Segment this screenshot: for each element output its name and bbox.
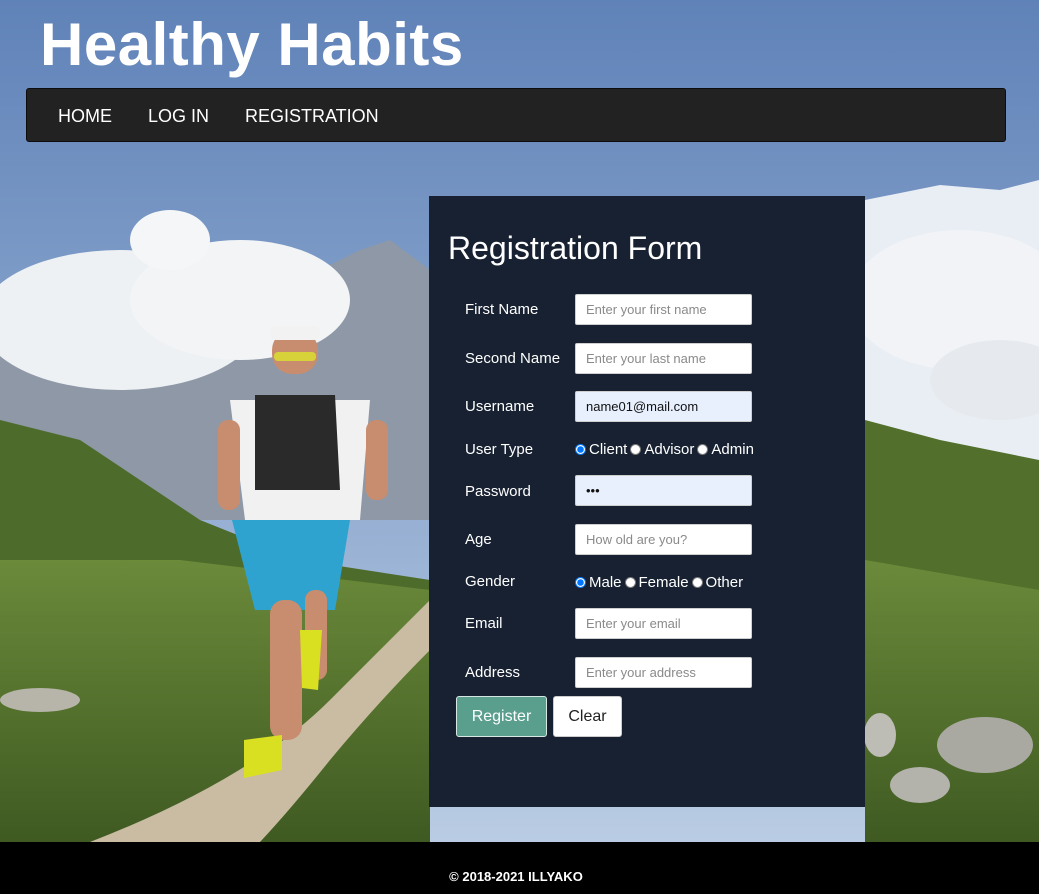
gender-female-radio[interactable] — [624, 577, 636, 588]
gender-female-option[interactable]: Female — [624, 574, 689, 591]
second-name-label: Second Name — [465, 350, 561, 367]
clear-button[interactable]: Clear — [553, 696, 622, 737]
user-type-client-radio[interactable] — [575, 444, 586, 455]
age-field[interactable] — [575, 524, 752, 555]
gender-radio-group: Male Female Other — [575, 574, 746, 591]
user-type-admin-radio[interactable] — [697, 444, 709, 455]
registration-form-panel: Registration Form First Name Second Name… — [429, 196, 865, 807]
user-type-radio-group: Client Advisor Admin — [575, 441, 757, 458]
user-type-advisor-radio[interactable] — [630, 444, 642, 455]
password-label: Password — [465, 483, 531, 500]
form-title: Registration Form — [448, 230, 703, 266]
user-type-label: User Type — [465, 441, 534, 458]
user-type-client-option[interactable]: Client — [575, 441, 627, 458]
username-label: Username — [465, 398, 535, 415]
age-label: Age — [465, 531, 492, 548]
navbar: HOME LOG IN REGISTRATION — [26, 88, 1006, 142]
user-type-admin-option[interactable]: Admin — [697, 441, 754, 458]
nav-home[interactable]: HOME — [58, 106, 112, 127]
nav-registration[interactable]: REGISTRATION — [245, 106, 379, 127]
second-name-field[interactable] — [575, 343, 752, 374]
username-field[interactable] — [575, 391, 752, 422]
gender-male-option[interactable]: Male — [575, 574, 622, 591]
user-type-advisor-option[interactable]: Advisor — [630, 441, 694, 458]
site-title: Healthy Habits — [40, 11, 464, 78]
email-field[interactable] — [575, 608, 752, 639]
gender-other-option[interactable]: Other — [691, 574, 743, 591]
gender-label: Gender — [465, 573, 516, 590]
nav-log-in[interactable]: LOG IN — [148, 106, 209, 127]
footer: © 2018-2021 ILLYAKO — [0, 842, 1039, 894]
first-name-field[interactable] — [575, 294, 752, 325]
gender-other-radio[interactable] — [691, 577, 703, 588]
email-label: Email — [465, 615, 503, 632]
gender-male-radio[interactable] — [575, 577, 586, 588]
address-label: Address — [465, 664, 521, 681]
register-button[interactable]: Register — [456, 696, 547, 737]
password-field[interactable] — [575, 475, 752, 506]
copyright-text: © 2018-2021 ILLYAKO — [449, 869, 583, 884]
first-name-label: First Name — [465, 301, 539, 318]
address-field[interactable] — [575, 657, 752, 688]
